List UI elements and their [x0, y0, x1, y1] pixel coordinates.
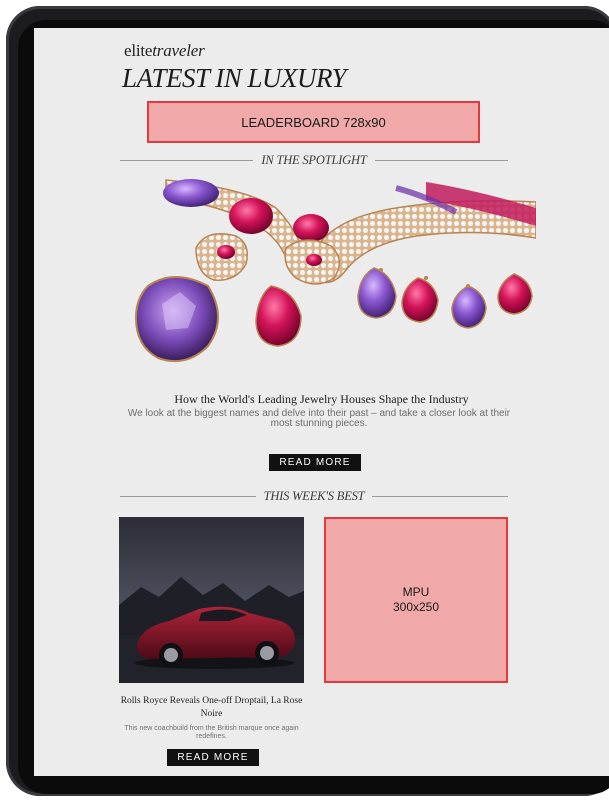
- spotlight-article-description: We look at the biggest names and delve i…: [127, 408, 511, 429]
- email-screen[interactable]: elitetraveler LATEST IN LUXURY LEADERBOA…: [34, 28, 609, 776]
- brand-name-italic: traveler: [152, 41, 205, 60]
- page-headline: LATEST IN LUXURY: [122, 63, 347, 93]
- divider-line: [120, 495, 256, 497]
- car-article-title[interactable]: Rolls Royce Reveals One-off Droptail, La…: [119, 695, 304, 721]
- best-divider: THIS WEEK'S BEST: [120, 487, 509, 505]
- car-article-description: This new coachbuild from the British mar…: [124, 725, 299, 740]
- divider-line: [120, 159, 254, 161]
- spotlight-section-label: IN THE SPOTLIGHT: [261, 152, 367, 167]
- best-section-label: THIS WEEK'S BEST: [263, 488, 365, 503]
- spotlight-article-title[interactable]: How the World's Leading Jewelry Houses S…: [34, 392, 609, 407]
- divider-line: [374, 159, 508, 161]
- divider-line: [372, 495, 509, 497]
- car-image[interactable]: [119, 517, 304, 683]
- spotlight-read-more-label: READ MORE: [279, 457, 351, 468]
- mpu-ad-size: 300x250: [392, 600, 440, 614]
- car-read-more-button[interactable]: READ MORE: [167, 749, 259, 766]
- leaderboard-ad[interactable]: LEADERBOARD 728x90: [147, 101, 480, 143]
- leaderboard-ad-label: LEADERBOARD 728x90: [241, 114, 386, 130]
- spotlight-divider: IN THE SPOTLIGHT: [120, 151, 508, 169]
- mpu-ad-label: MPU: [402, 585, 430, 599]
- brand-name-regular: elite: [124, 41, 153, 60]
- spotlight-read-more-button[interactable]: READ MORE: [269, 454, 361, 471]
- mpu-ad[interactable]: MPU 300x250: [324, 517, 508, 683]
- jewelry-hero-image[interactable]: [96, 178, 536, 373]
- brand-logo[interactable]: elitetraveler: [124, 41, 205, 61]
- car-read-more-label: READ MORE: [177, 752, 249, 763]
